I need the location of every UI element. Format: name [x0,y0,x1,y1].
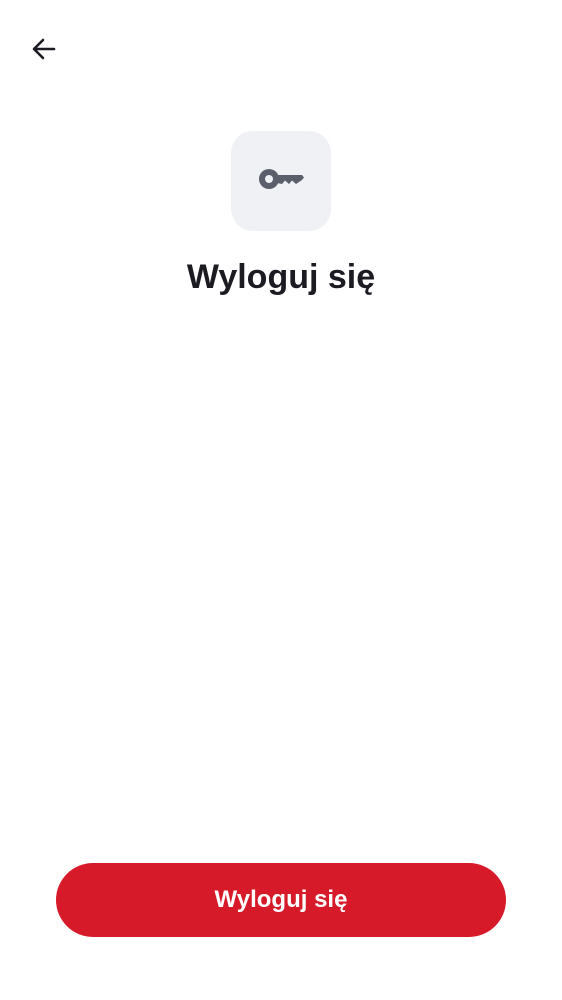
arrow-left-icon [31,36,57,65]
key-icon-tile [231,131,331,231]
logout-button-label: Wyloguj się [214,886,348,913]
back-button[interactable] [22,28,66,72]
logout-button[interactable]: Wyloguj się [56,863,506,937]
key-icon [258,166,304,197]
page-title: Wyloguj się [186,258,376,296]
